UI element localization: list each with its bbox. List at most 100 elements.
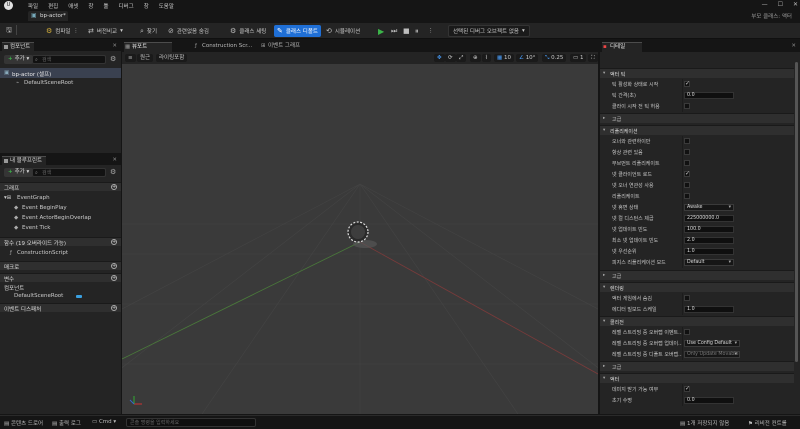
maximize-viewport-icon[interactable]: ⛶ (588, 54, 598, 62)
add-member-button[interactable]: + 추가 ▾ (4, 168, 34, 177)
graphs-section[interactable]: 그래프 + (0, 182, 121, 192)
rotate-tool-icon[interactable]: ⟳ (445, 54, 456, 62)
prop-checkbox[interactable] (684, 80, 690, 87)
simulation-button[interactable]: ⟲ 시뮬레이션 (326, 25, 360, 37)
maximize-icon[interactable]: ☐ (778, 1, 783, 8)
event-graph-item[interactable]: EventGraph (17, 195, 50, 201)
details-scrollbar[interactable] (795, 62, 798, 362)
play-options-button[interactable]: ⋮ (428, 25, 434, 37)
prop-value-field[interactable]: 1.0 (684, 306, 734, 313)
variables-section[interactable]: 변수 + (0, 273, 121, 283)
grid-snap-toggle[interactable]: ▦ 10 (494, 54, 514, 62)
tab-details[interactable]: ▪ 디테일 (602, 42, 642, 52)
my-blueprint-tab[interactable]: 내 블루프린트 (2, 156, 47, 165)
prop-checkbox[interactable] (684, 160, 690, 166)
prop-checkbox[interactable] (684, 103, 690, 109)
prop-checkbox[interactable] (684, 385, 690, 392)
add-function-icon[interactable]: + (111, 239, 117, 245)
source-control-button[interactable]: ⚑ 리비전 컨트롤 (748, 419, 787, 427)
prop-checkbox[interactable] (684, 170, 690, 177)
actor-section[interactable]: ▾ 액터 (600, 373, 794, 383)
tick-section[interactable]: ▾ 액터 틱 (600, 68, 794, 78)
add-component-button[interactable]: + 추가 ▾ (4, 55, 34, 64)
minimize-icon[interactable]: — (762, 1, 768, 8)
tab-viewport[interactable]: ▦ 뷰포트 (124, 42, 172, 52)
compile-button[interactable]: ⚙ 컴파일 ⋮ (46, 25, 78, 37)
console-input[interactable]: 콘솔 명령을 입력하세요 (126, 418, 256, 427)
construction-script-item[interactable]: ConstructionScript (17, 250, 68, 256)
menu-item[interactable]: 툴 (103, 2, 108, 10)
prop-checkbox[interactable] (684, 138, 690, 144)
component-search-input[interactable]: ⌕ 검색 (32, 55, 106, 64)
components-tab[interactable]: 컴포넌트 (2, 42, 35, 51)
output-log-button[interactable]: ▤ 출력 로그 (52, 419, 81, 427)
dropdown-icon[interactable]: ⋮ (73, 28, 78, 34)
diff-button[interactable]: ⇄ 버전비교 ▾ (88, 25, 123, 37)
close-icon[interactable]: ✕ (793, 1, 798, 8)
rotation-snap-toggle[interactable]: ∠ 10° (516, 54, 539, 62)
default-scene-root-item[interactable]: DefaultSceneRoot (24, 80, 73, 86)
functions-section[interactable]: 함수 (19 오버라이드 가능) + (0, 237, 121, 247)
prop-checkbox[interactable] (684, 182, 690, 188)
add-macro-icon[interactable]: + (111, 263, 117, 269)
prop-value-field[interactable]: 0.0 (684, 92, 734, 99)
gear-icon[interactable]: ⚙ (110, 55, 116, 63)
gear-icon[interactable]: ⚙ (110, 168, 116, 176)
pause-button[interactable]: ⏸ (415, 25, 419, 37)
macros-section[interactable]: 매크로 + (0, 261, 121, 271)
close-icon[interactable]: ✕ (112, 157, 117, 163)
menu-item[interactable]: 편집 (48, 2, 58, 10)
prop-checkbox[interactable] (684, 295, 690, 301)
prop-value-field[interactable]: 1.0 (684, 248, 734, 255)
prop-select[interactable]: Default ▾ (684, 259, 734, 266)
class-settings-button[interactable]: ⚙ 클래스 세팅 (230, 25, 266, 37)
advanced-section[interactable]: ▸ 고급 (600, 113, 794, 123)
collision-section[interactable]: ▾ 콜리전 (600, 316, 794, 326)
viewport-canvas[interactable] (122, 64, 598, 414)
world-local-icon[interactable]: ⊕ (470, 54, 481, 62)
viewport-options-button[interactable]: ≡ (125, 54, 136, 62)
prop-select[interactable]: Use Config Default ▾ (684, 340, 740, 347)
prop-select[interactable]: Awake ▾ (684, 204, 734, 211)
prop-value-field[interactable]: 2.0 (684, 237, 734, 244)
prop-checkbox[interactable] (684, 193, 690, 199)
advanced-section[interactable]: ▸ 고급 (600, 270, 794, 280)
prop-select[interactable]: Only Update Movable ▾ (684, 351, 740, 358)
step-button[interactable]: ⏭ (391, 25, 397, 37)
document-tab[interactable]: ▣ bp-actor* (28, 11, 68, 21)
add-variable-icon[interactable]: + (111, 275, 117, 281)
debug-object-select[interactable]: 선택된 디버그 오브젝트 없음 ▾ (448, 25, 530, 37)
move-tool-icon[interactable]: ✥ (434, 54, 445, 62)
save-button[interactable]: 🖫 (6, 25, 12, 37)
menu-item[interactable]: 애셋 (68, 2, 78, 10)
cmd-select[interactable]: ▭ Cmd ▾ (92, 419, 116, 425)
close-icon[interactable]: ✕ (112, 43, 117, 49)
root-component-item[interactable]: bp-actor (셀프) (12, 70, 51, 78)
menu-item[interactable]: 파일 (28, 2, 38, 10)
prop-value-field[interactable]: 0.0 (684, 397, 734, 404)
menu-item[interactable]: 창 (144, 2, 149, 10)
dispatchers-section[interactable]: 이벤트 디스패처 + (0, 303, 121, 313)
content-drawer-button[interactable]: ▤ 콘텐츠 드로어 (4, 419, 43, 427)
prop-value-field[interactable]: 225000000.0 (684, 215, 734, 222)
rendering-section[interactable]: ▾ 렌더링 (600, 282, 794, 292)
camera-speed-button[interactable]: ▭ 1 (570, 54, 587, 62)
prop-checkbox[interactable] (684, 149, 690, 155)
tab-event-graph[interactable]: ⊞ 이벤트 그래프 (260, 42, 322, 52)
surface-snap-icon[interactable]: ⌇ (482, 54, 491, 62)
scale-snap-toggle[interactable]: ⤡ 0.25 (542, 54, 567, 62)
event-item[interactable]: Event Tick (22, 225, 50, 231)
components-subsection[interactable]: 컴포넌트 (0, 283, 121, 292)
replication-section[interactable]: ▾ 리플리케이션 (600, 125, 794, 135)
hide-unrelated-button[interactable]: ⊘ 관련없음 숨김 (168, 25, 209, 37)
blueprint-search-input[interactable]: ⌕ 검색 (32, 168, 106, 177)
class-defaults-button[interactable]: ✎ 클래스 디폴트 (274, 25, 321, 37)
event-item[interactable]: Event ActorBeginOverlap (22, 215, 91, 221)
tab-construction-script[interactable]: ƒ Construction Scr... (194, 42, 256, 52)
find-button[interactable]: ⌕ 찾기 (140, 25, 157, 37)
menu-item[interactable]: 창 (88, 2, 93, 10)
menu-item[interactable]: 도움말 (159, 2, 174, 10)
perspective-button[interactable]: 원근 (137, 54, 154, 62)
stop-button[interactable]: ■ (403, 25, 410, 37)
close-icon[interactable]: ✕ (791, 43, 796, 49)
